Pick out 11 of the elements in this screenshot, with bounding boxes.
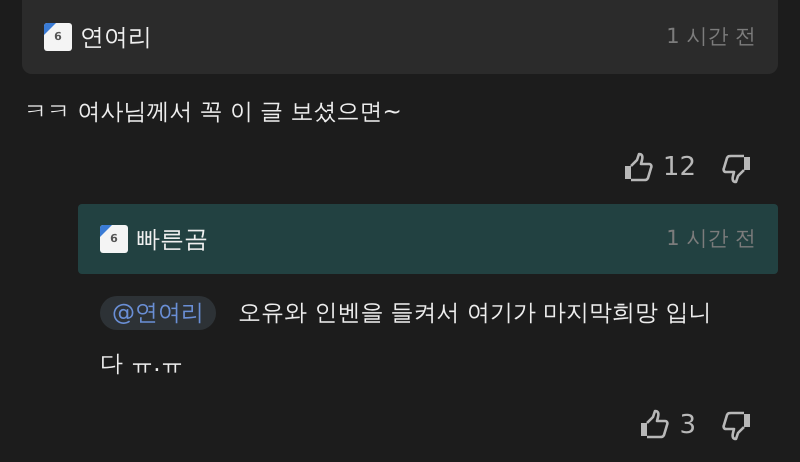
comment-text: ㅋㅋ 여사님께서 꼭 이 글 보셨으면~	[23, 98, 403, 127]
author-name[interactable]: 빠른곰	[136, 220, 208, 257]
like-count: 3	[679, 408, 696, 442]
level-badge: 6	[44, 23, 72, 51]
level-badge: 6	[100, 224, 128, 253]
mention-link[interactable]: @연여리	[100, 296, 216, 330]
author-name[interactable]: 연여리	[80, 19, 152, 55]
timestamp: 1 시간 전	[666, 23, 756, 50]
like-count: 12	[662, 151, 696, 184]
comment-text: @연여리 오유와 인벤을 들켜서 여기가 마지막희망 입니다 ㅠ.ㅠ	[78, 274, 778, 390]
timestamp: 1 시간 전	[666, 225, 756, 252]
